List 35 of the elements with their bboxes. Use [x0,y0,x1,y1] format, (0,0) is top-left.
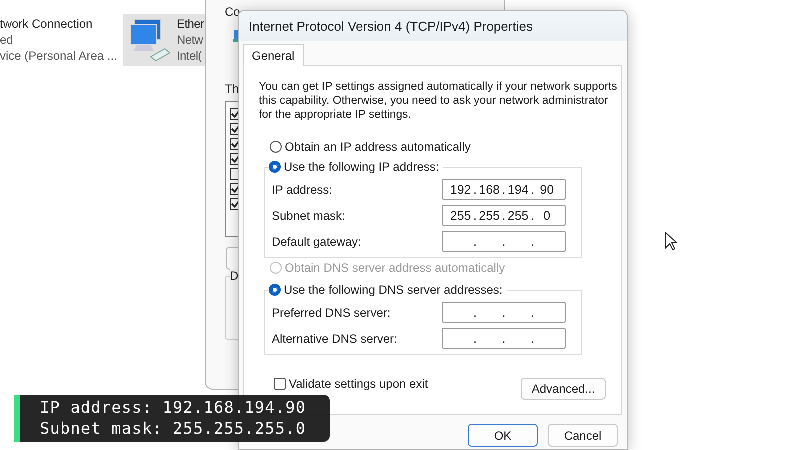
field-label: Default gateway: [272,234,362,248]
field-label: Preferred DNS server: [272,306,392,320]
option-label: Obtain DNS server address automatically [285,261,506,275]
cursor-icon [665,232,679,252]
caption-line: Subnet mask: 255.255.255.0 [40,418,308,439]
connection-item[interactable]: twork Connection ed vice (Personal Area ... [0,14,122,66]
radio-button[interactable] [269,161,281,173]
ip-address-field[interactable]: 192 . 168 . 194 . 90 [442,179,566,200]
connection-name: Ether [177,16,204,32]
option-label: Use the following IP address: [284,160,440,174]
connection-name: twork Connection [0,16,94,32]
field-label: Subnet mask: [272,208,346,222]
window-title: Internet Protocol Version 4 (TCP/IPv4) Properties [239,11,627,41]
ip-address-field[interactable]: . . . [442,231,566,252]
radio-button[interactable] [269,284,281,296]
tab[interactable]: General [243,44,304,66]
device-name: Intel( [177,48,203,64]
field-label: IP address: [272,182,334,196]
option-label: Validate settings upon exit [289,377,428,391]
advanced-button[interactable]: Advanced... [521,378,606,400]
connection-status: Netw [177,32,204,48]
ip-address-field[interactable]: . . . [442,328,566,349]
caption-line: IP address: 192.168.194.90 [40,397,308,418]
connection-status: ed [0,32,14,48]
device-name: vice (Personal Area ... [0,48,118,64]
dialog-button[interactable]: OK [468,424,538,447]
dialog-button[interactable]: Cancel [548,424,618,447]
field-label: Alternative DNS server: [272,332,398,346]
radio-button[interactable] [270,141,282,153]
checkbox[interactable] [274,378,286,390]
option-label: Obtain an IP address automatically [285,140,471,154]
option-label: Use the following DNS server addresses: [284,283,503,297]
ip-address-field[interactable]: 255 . 255 . 255 . 0 [442,205,566,226]
description-text: You can get IP settings assigned automatically if your network supports this capability. Otherwise, you need to ask your network administrator for the appropriate IP settings. [259,80,618,122]
ip-address-field[interactable]: . . . [442,302,566,323]
